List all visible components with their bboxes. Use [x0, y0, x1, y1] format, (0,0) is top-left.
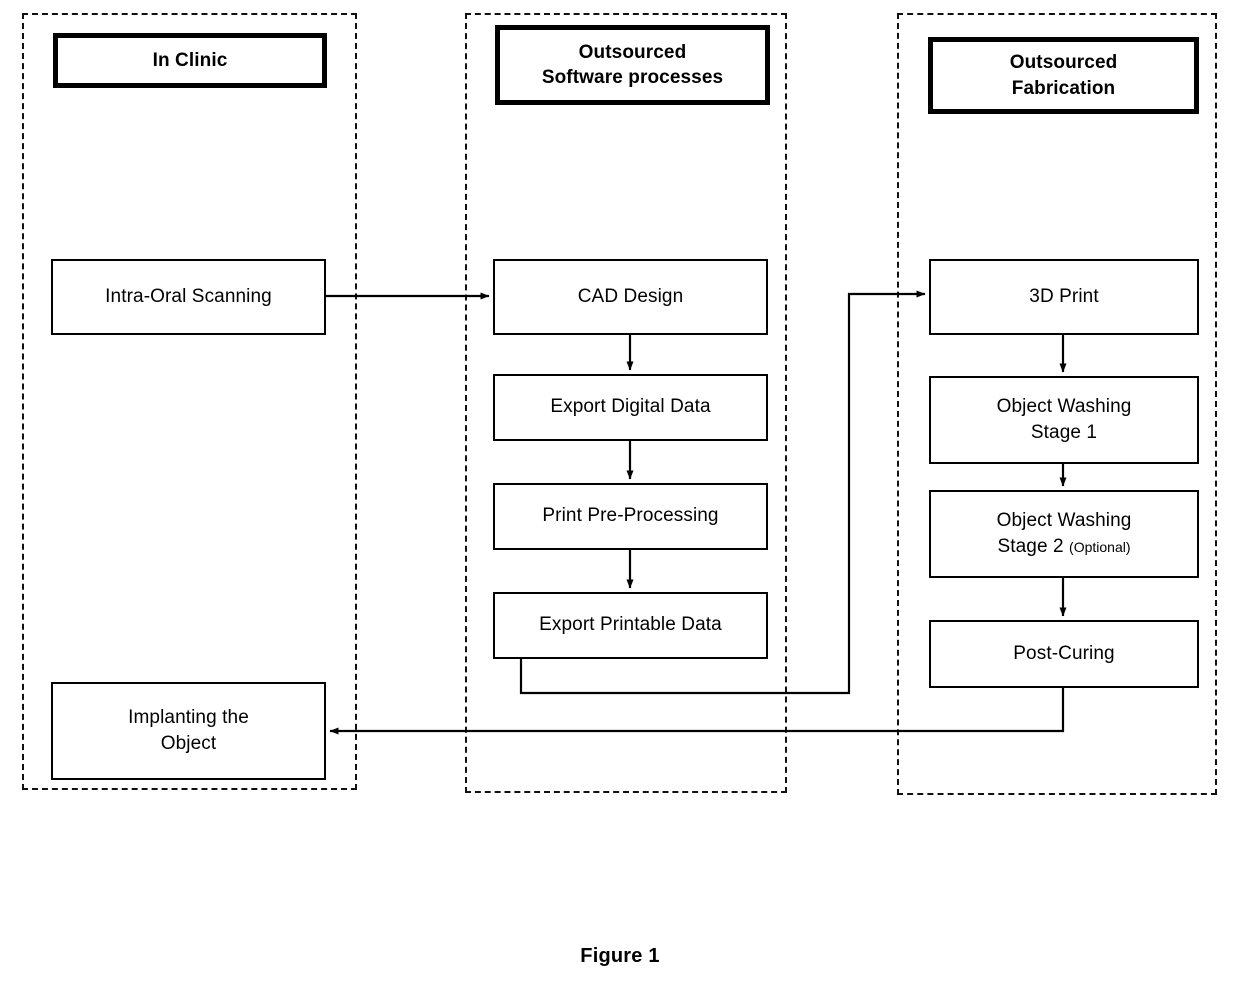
- lane-header-in-clinic: In Clinic: [53, 33, 327, 88]
- node-object-washing-stage-2-line1: Object Washing: [996, 509, 1132, 531]
- figure-caption: Figure 1: [580, 945, 660, 967]
- node-cad-design[interactable]: CAD Design: [493, 259, 768, 335]
- node-object-washing-stage-2-line2-main: Stage 2: [997, 536, 1070, 557]
- lane-header-outsourced-fabrication: Outsourced Fabrication: [928, 37, 1199, 114]
- node-object-washing-stage-2-optional-note: (Optional): [1069, 539, 1131, 555]
- node-intra-oral-scanning-label: Intra-Oral Scanning: [105, 285, 272, 307]
- lane-header-in-clinic-line1: In Clinic: [152, 49, 228, 71]
- node-intra-oral-scanning[interactable]: Intra-Oral Scanning: [51, 259, 326, 335]
- node-object-washing-stage-1-line2: Stage 1: [1030, 422, 1098, 443]
- lane-in-clinic: [22, 13, 357, 790]
- figure-flowchart: In Clinic Outsourced Software processes …: [0, 0, 1240, 1003]
- node-export-printable-data-label: Export Printable Data: [539, 614, 722, 636]
- lane-header-outsourced-fabrication-line2: Fabrication: [1011, 77, 1116, 99]
- lane-header-outsourced-software-line2: Software processes: [541, 67, 724, 88]
- node-export-printable-data[interactable]: Export Printable Data: [493, 592, 768, 659]
- node-print-pre-processing[interactable]: Print Pre-Processing: [493, 483, 768, 550]
- lane-header-outsourced-software: Outsourced Software processes: [495, 25, 770, 105]
- node-cad-design-label: CAD Design: [577, 285, 684, 307]
- node-implanting-the-object-line1: Implanting the: [128, 706, 249, 728]
- node-export-digital-data-label: Export Digital Data: [550, 396, 711, 418]
- lane-header-outsourced-software-line1: Outsourced: [578, 41, 687, 63]
- node-3d-print[interactable]: 3D Print: [929, 259, 1199, 335]
- node-object-washing-stage-2[interactable]: Object Washing Stage 2 (Optional): [929, 490, 1199, 578]
- node-implanting-the-object-line2: Object: [160, 733, 217, 754]
- node-object-washing-stage-1-line1: Object Washing: [996, 395, 1132, 417]
- lane-header-outsourced-fabrication-line1: Outsourced: [1009, 52, 1118, 74]
- node-implanting-the-object[interactable]: Implanting the Object: [51, 682, 326, 780]
- node-3d-print-label: 3D Print: [1029, 285, 1099, 307]
- node-post-curing[interactable]: Post-Curing: [929, 620, 1199, 688]
- node-object-washing-stage-1[interactable]: Object Washing Stage 1: [929, 376, 1199, 464]
- node-print-pre-processing-label: Print Pre-Processing: [542, 505, 719, 527]
- node-export-digital-data[interactable]: Export Digital Data: [493, 374, 768, 441]
- node-post-curing-label: Post-Curing: [1013, 642, 1115, 664]
- node-object-washing-stage-2-line2: Stage 2 (Optional): [997, 534, 1132, 560]
